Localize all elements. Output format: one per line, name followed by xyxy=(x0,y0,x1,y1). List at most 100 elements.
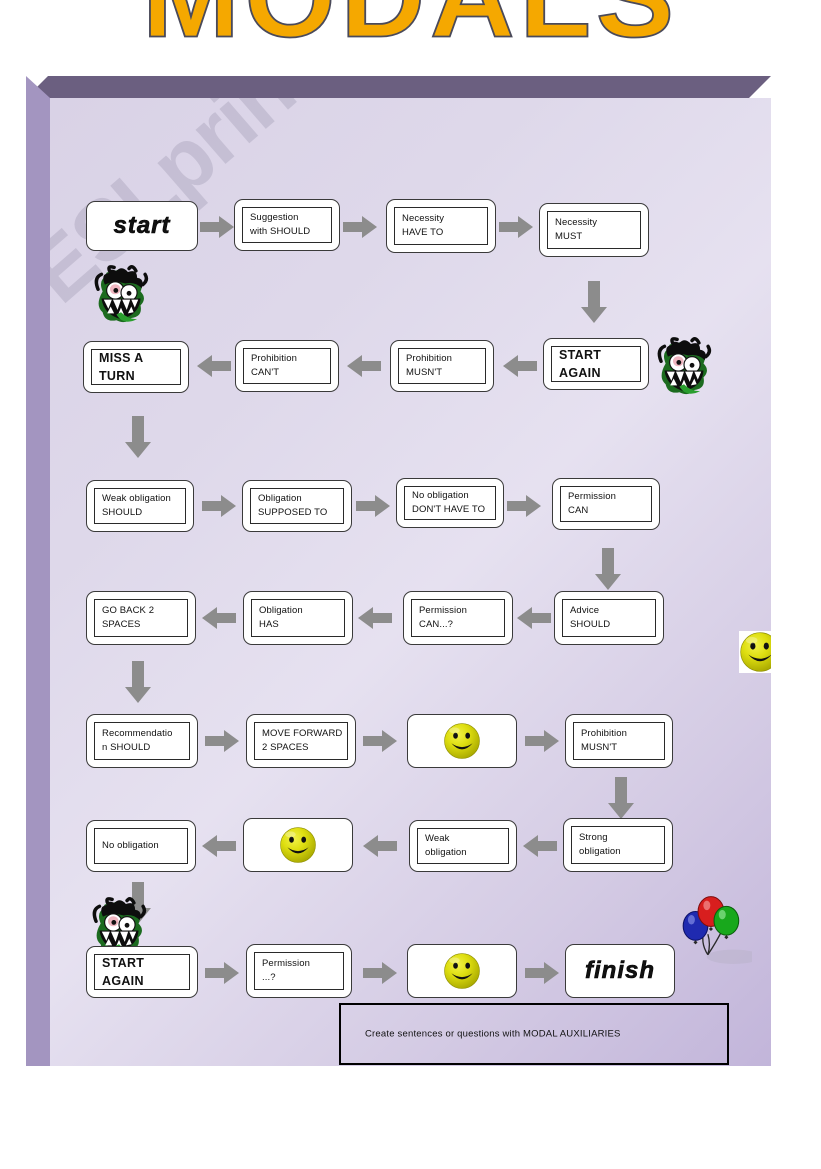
cell-line-2: MUST xyxy=(555,231,583,242)
cell-line-1: No obligation xyxy=(412,490,469,502)
arrow-left xyxy=(363,835,397,857)
cell-line-1: GO BACK 2 xyxy=(102,605,155,617)
board-cell-obligation-supposed-to[interactable]: Obligation SUPPOSED TO xyxy=(242,480,352,532)
board-cell-no-obligation[interactable]: No obligation xyxy=(86,820,196,872)
board-cell-necessity-haveto[interactable]: Necessity HAVE TO xyxy=(386,199,496,253)
arrow-down xyxy=(125,416,151,458)
cell-line-1: Necessity xyxy=(555,217,598,229)
cell-line-1: Obligation xyxy=(258,493,302,505)
page-title: MODALS xyxy=(0,0,821,56)
board-cell-start[interactable]: start xyxy=(86,201,198,251)
arrow-right xyxy=(499,216,533,238)
smiley-face-icon xyxy=(444,723,480,759)
start-wordart: start xyxy=(113,212,171,240)
board-cell-smiley-2[interactable] xyxy=(243,818,353,872)
board-cell-strong-obligation[interactable]: Strong obligation xyxy=(563,818,673,872)
board-cell-move-forward-2-spaces[interactable]: MOVE FORWARD 2 SPACES xyxy=(246,714,356,768)
arrow-down xyxy=(595,548,621,590)
cell-line-2: DON'T HAVE TO xyxy=(412,504,486,515)
arrow-left xyxy=(503,355,537,377)
arrow-left xyxy=(197,355,231,377)
cell-line-1: Recommendatio xyxy=(102,728,173,740)
cell-line-2: CAN'T xyxy=(251,367,280,378)
cell-line-2: CAN xyxy=(568,505,589,516)
cell-line-2: HAS xyxy=(259,619,279,630)
instruction-box: Create sentences or questions with MODAL… xyxy=(339,1003,729,1065)
cell-line-2: ...? xyxy=(262,972,276,983)
arrow-left xyxy=(202,607,236,629)
board-cell-prohibition-musnt[interactable]: Prohibition MUSN'T xyxy=(390,340,494,392)
cell-line-1: Strong xyxy=(579,832,608,844)
smiley-face-icon xyxy=(739,631,771,673)
cell-line-1: Permission xyxy=(262,958,310,970)
arrow-right xyxy=(205,730,239,752)
monster-face-icon xyxy=(653,336,715,403)
board-cell-no-obligation-dont-have-to[interactable]: No obligation DON'T HAVE TO xyxy=(396,478,504,528)
board-cell-recommendation-should[interactable]: Recommendatio n SHOULD xyxy=(86,714,198,768)
board-cell-start-again-1[interactable]: START AGAIN xyxy=(543,338,649,390)
arrow-right xyxy=(202,495,236,517)
board-cell-obligation-has[interactable]: Obligation HAS xyxy=(243,591,353,645)
arrow-down xyxy=(581,281,607,323)
cell-line-2: MUSN'T xyxy=(406,367,443,378)
board-cell-weak-obligation-should[interactable]: Weak obligation SHOULD xyxy=(86,480,194,532)
cell-line-1: Permission xyxy=(419,605,467,617)
cell-line-2: 2 SPACES xyxy=(262,742,309,753)
arrow-right xyxy=(205,962,239,984)
smiley-face-icon xyxy=(280,827,316,863)
cell-line-1: Prohibition xyxy=(251,353,297,365)
instruction-text: Create sentences or questions with MODAL… xyxy=(365,1028,621,1040)
frame-bevel-left xyxy=(26,76,50,1066)
arrow-right xyxy=(363,730,397,752)
board-cell-advice-should[interactable]: Advice SHOULD xyxy=(554,591,664,645)
board-cell-finish[interactable]: finish xyxy=(565,944,675,998)
board-cell-smiley-1[interactable] xyxy=(407,714,517,768)
board-cell-weak-obligation[interactable]: Weak obligation xyxy=(409,820,517,872)
cell-line-2: with SHOULD xyxy=(250,226,311,237)
board-cell-miss-a-turn[interactable]: MISS A TURN xyxy=(83,341,189,393)
board-cell-prohibition-musnt-2[interactable]: Prohibition MUSN'T xyxy=(565,714,673,768)
cell-line-1: No obligation xyxy=(102,840,159,852)
cell-line-2: n SHOULD xyxy=(102,742,151,753)
cell-line-2: SPACES xyxy=(102,619,141,630)
cell-line-1: MOVE FORWARD xyxy=(262,728,343,740)
cell-line-1: START xyxy=(102,955,145,970)
board-cell-smiley-3[interactable] xyxy=(407,944,517,998)
board-cell-permission-question[interactable]: Permission ...? xyxy=(246,944,352,998)
cell-line-1: Suggestion xyxy=(250,212,299,224)
cell-line-1: Prohibition xyxy=(406,353,452,365)
cell-line-1: Weak xyxy=(425,833,450,845)
board-cell-go-back-2-spaces[interactable]: GO BACK 2 SPACES xyxy=(86,591,196,645)
board-cell-necessity-must[interactable]: Necessity MUST xyxy=(539,203,649,257)
cell-line-1: START xyxy=(559,347,602,362)
arrow-left xyxy=(202,835,236,857)
arrow-left xyxy=(523,835,557,857)
smiley-face-icon xyxy=(444,953,480,989)
cell-line-1: Necessity xyxy=(402,213,445,225)
arrow-right xyxy=(525,730,559,752)
cell-line-2: SHOULD xyxy=(102,507,143,518)
board-cell-permission-can-question[interactable]: Permission CAN...? xyxy=(403,591,513,645)
cell-line-2: SHOULD xyxy=(570,619,611,630)
arrow-down xyxy=(608,777,634,819)
arrow-down xyxy=(125,661,151,703)
cell-line-1: Permission xyxy=(568,491,616,503)
board-cell-prohibition-cant[interactable]: Prohibition CAN'T xyxy=(235,340,339,392)
board-cell-permission-can[interactable]: Permission CAN xyxy=(552,478,660,530)
cell-line-2: SUPPOSED TO xyxy=(258,507,328,518)
monster-face-icon xyxy=(90,264,152,331)
arrow-right xyxy=(343,216,377,238)
cell-line-1: MISS A xyxy=(99,350,144,365)
arrow-right xyxy=(525,962,559,984)
arrow-right xyxy=(356,495,390,517)
cell-line-2: AGAIN xyxy=(559,366,601,380)
cell-line-2: CAN...? xyxy=(419,619,453,630)
arrow-left xyxy=(517,607,551,629)
cell-line-2: AGAIN xyxy=(102,974,144,988)
arrow-right xyxy=(363,962,397,984)
arrow-left xyxy=(358,607,392,629)
board-cell-suggestion[interactable]: Suggestion with SHOULD xyxy=(234,199,340,251)
board-cell-start-again-2[interactable]: START AGAIN xyxy=(86,946,198,998)
arrow-right xyxy=(200,216,234,238)
cell-line-2: TURN xyxy=(99,369,135,383)
